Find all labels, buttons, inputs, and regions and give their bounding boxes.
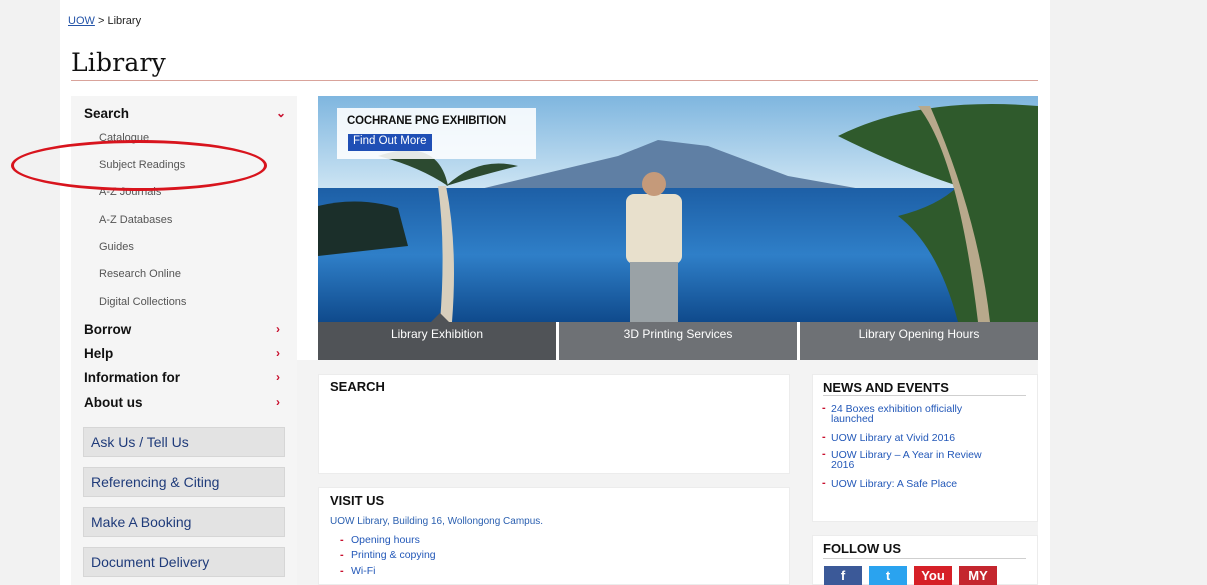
sidebar-item-about-us[interactable]: About us: [84, 395, 143, 410]
breadcrumb: UOW > Library: [68, 15, 141, 27]
facebook-glyph: f: [840, 568, 846, 583]
tab-library-exhibition[interactable]: Library Exhibition: [318, 322, 556, 360]
twitter-icon[interactable]: t: [869, 566, 907, 585]
hero-caption-title: COCHRANE PNG EXHIBITION: [347, 115, 506, 127]
sidebar-subitem-digital-collections[interactable]: Digital Collections: [99, 296, 186, 308]
sidebar-subitem-research-online[interactable]: Research Online: [99, 268, 181, 280]
follow-panel-title: FOLLOW US: [823, 541, 901, 556]
chevron-down-icon[interactable]: ⌄: [276, 106, 286, 120]
list-dash: -: [822, 477, 826, 489]
search-panel: [318, 374, 790, 474]
page: UOW > Library Library Search ⌄ Catalogue…: [0, 0, 1207, 585]
youtube-icon[interactable]: You: [914, 566, 952, 585]
twitter-glyph: t: [885, 568, 891, 583]
news-panel-title: NEWS AND EVENTS: [823, 380, 949, 395]
ask-us-button[interactable]: Ask Us / Tell Us: [83, 427, 285, 457]
opening-hours-link[interactable]: Opening hours: [351, 534, 420, 546]
visit-address: UOW Library, Building 16, Wollongong Cam…: [330, 516, 544, 527]
list-dash: -: [822, 448, 826, 460]
wifi-link[interactable]: Wi-Fi: [351, 565, 376, 577]
visit-panel-title: VISIT US: [330, 493, 385, 508]
news-item-line: launched: [831, 413, 874, 425]
list-dash: -: [340, 565, 344, 577]
sidebar-subitem-az-journals[interactable]: A-Z Journals: [99, 186, 161, 198]
sidebar-item-help[interactable]: Help: [84, 346, 113, 361]
active-tab-notch: [431, 313, 449, 322]
news-divider: [823, 395, 1026, 396]
myspace-glyph: MY: [968, 568, 988, 583]
sidebar-item-borrow[interactable]: Borrow: [84, 322, 131, 337]
list-dash: -: [340, 549, 344, 561]
sidebar-subitem-az-databases[interactable]: A-Z Databases: [99, 214, 172, 226]
news-item[interactable]: UOW Library at Vivid 2016: [831, 432, 956, 444]
chevron-right-icon[interactable]: ›: [276, 346, 280, 360]
breadcrumb-uow-link[interactable]: UOW: [68, 15, 95, 27]
document-delivery-button[interactable]: Document Delivery: [83, 547, 285, 577]
chevron-right-icon[interactable]: ›: [276, 395, 280, 409]
myspace-icon[interactable]: MY: [959, 566, 997, 585]
youtube-glyph: You: [921, 568, 945, 583]
news-item-line: UOW Library: A Safe Place: [831, 478, 958, 490]
news-item[interactable]: UOW Library: A Safe Place: [831, 478, 958, 490]
sidebar-subitem-catalogue[interactable]: Catalogue: [99, 132, 149, 144]
list-dash: -: [340, 534, 344, 546]
news-item-line: 2016: [831, 459, 855, 471]
page-title: Library: [71, 48, 166, 77]
sidebar-item-information-for[interactable]: Information for: [84, 370, 180, 385]
tab-opening-hours[interactable]: Library Opening Hours: [800, 322, 1038, 360]
find-out-more-button[interactable]: Find Out More: [348, 134, 432, 151]
news-item[interactable]: 24 Boxes exhibition officially launched: [831, 404, 962, 425]
breadcrumb-current: Library: [107, 15, 142, 27]
follow-divider: [823, 558, 1026, 559]
sidebar-subitem-guides[interactable]: Guides: [99, 241, 134, 253]
make-booking-button[interactable]: Make A Booking: [83, 507, 285, 537]
printing-copying-link[interactable]: Printing & copying: [351, 549, 436, 561]
title-divider: [71, 80, 1038, 81]
referencing-citing-button[interactable]: Referencing & Citing: [83, 467, 285, 497]
chevron-right-icon[interactable]: ›: [276, 322, 280, 336]
list-dash: -: [822, 402, 826, 414]
chevron-right-icon[interactable]: ›: [276, 370, 280, 384]
tab-3d-printing[interactable]: 3D Printing Services: [559, 322, 797, 360]
news-item[interactable]: UOW Library – A Year in Review 2016: [831, 450, 982, 471]
breadcrumb-separator: >: [97, 15, 105, 27]
facebook-icon[interactable]: f: [824, 566, 862, 585]
list-dash: -: [822, 431, 826, 443]
search-panel-title: SEARCH: [330, 379, 385, 394]
sidebar-subitem-subject-readings[interactable]: Subject Readings: [99, 159, 185, 171]
news-item-line: UOW Library at Vivid 2016: [831, 432, 956, 444]
sidebar-item-search[interactable]: Search: [84, 106, 129, 121]
news-panel: [812, 374, 1038, 522]
